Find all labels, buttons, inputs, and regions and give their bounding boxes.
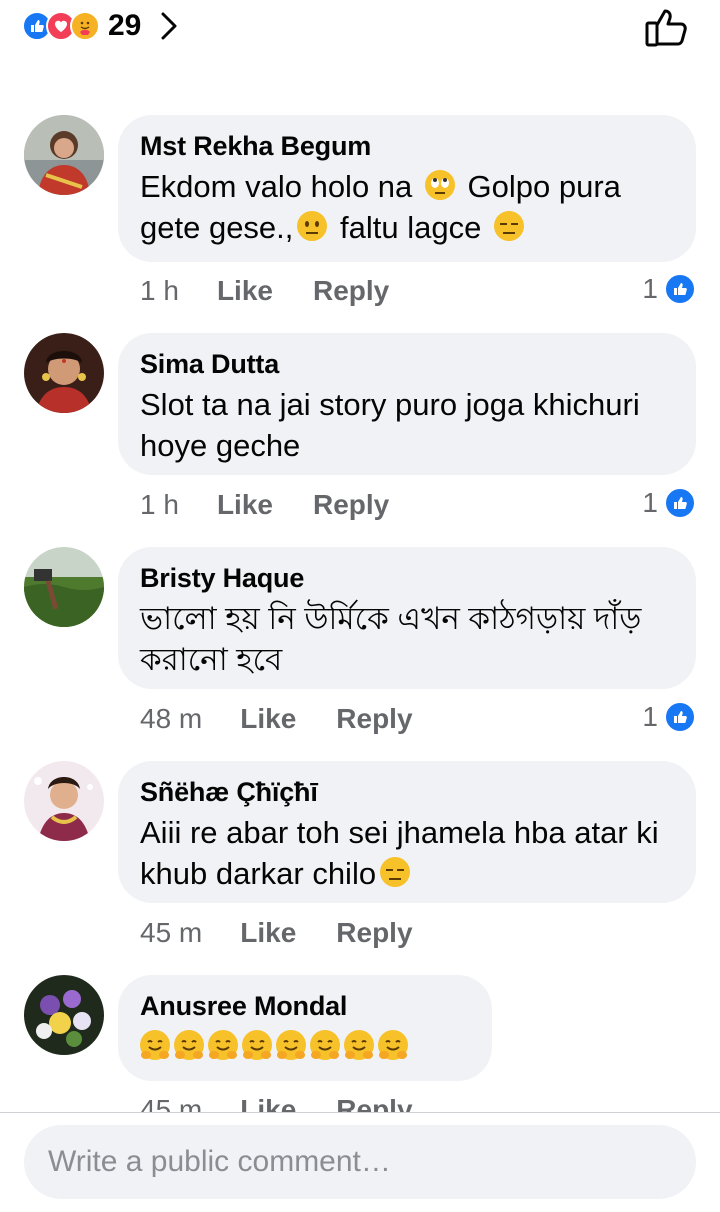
comment-actions-clipped: 45 m Like Reply (0, 1094, 720, 1112)
like-count-value: 1 (642, 273, 658, 304)
comment-time: 1 h (140, 275, 179, 306)
comment-like-count[interactable]: 1 (642, 701, 696, 733)
comment-actions: 48 m Like Reply (140, 703, 413, 735)
comment-time: 45 m (140, 917, 203, 948)
like-badge-icon (664, 487, 696, 519)
hugging-face-emoji-icon (174, 1030, 204, 1060)
comment-composer (0, 1112, 720, 1212)
comment-text (140, 1026, 470, 1067)
comment-author[interactable]: Sima Dutta (140, 347, 674, 381)
like-badge-icon (664, 273, 696, 305)
comment-bubble: Sima Dutta Slot ta na jai story puro jog… (118, 333, 696, 475)
comment-text: Slot ta na jai story puro joga khichuri … (140, 387, 640, 463)
hugging-face-emoji-icon (378, 1030, 408, 1060)
comment-actions: 45 m Like Reply (140, 917, 413, 949)
comment-bubble: Mst Rekha Begum Ekdom valo holo na Golpo… (118, 115, 696, 262)
comment-author[interactable]: Anusree Mondal (140, 989, 470, 1023)
expressionless-emoji-icon (380, 857, 411, 887)
like-button[interactable]: Like (240, 1094, 296, 1112)
comment-bubble: Sñëhæ Çħïçħī Aiii re abar toh sei jhamel… (118, 761, 696, 903)
reply-button[interactable]: Reply (336, 703, 412, 735)
neutral-face-emoji-icon (297, 211, 328, 241)
comment-author[interactable]: Mst Rekha Begum (140, 129, 674, 163)
comment-time: 48 m (140, 703, 203, 734)
reply-button[interactable]: Reply (336, 1094, 412, 1112)
like-button[interactable]: Like (217, 275, 273, 307)
expressionless-emoji-icon (493, 211, 524, 241)
reply-button[interactable]: Reply (313, 489, 389, 521)
hugging-face-emoji-icon (344, 1030, 374, 1060)
comment-actions: 1 h Like Reply (140, 275, 389, 307)
comment-text: Aiii re abar toh sei jhamela hba atar ki… (140, 812, 674, 894)
hugging-face-emoji-icon (310, 1030, 340, 1060)
avatar[interactable] (24, 115, 104, 195)
like-button[interactable]: Like (217, 489, 273, 521)
like-post-icon[interactable] (644, 6, 690, 53)
hugging-face-emoji-icon (242, 1030, 272, 1060)
comment-author[interactable]: Bristy Haque (140, 561, 674, 595)
comment-bubble: Anusree Mondal (118, 975, 492, 1081)
hugging-face-emoji-icon (140, 1030, 170, 1060)
reaction-header: 29 (0, 0, 720, 60)
comment-input[interactable] (24, 1125, 696, 1199)
comment-actions: 45 m Like Reply (140, 1094, 413, 1112)
reaction-count: 29 (108, 9, 142, 42)
reaction-summary[interactable]: 29 (22, 8, 179, 44)
like-badge-icon (664, 701, 696, 733)
comment-text: Ekdom valo holo na Golpo pura gete gese.… (140, 166, 674, 248)
like-button[interactable]: Like (240, 703, 296, 735)
like-count-value: 1 (642, 487, 658, 518)
comment-like-count[interactable]: 1 (642, 273, 696, 305)
comment-actions: 1 h Like Reply (140, 489, 389, 521)
reply-button[interactable]: Reply (336, 917, 412, 949)
hugging-face-emoji-icon (276, 1030, 306, 1060)
comment-text-part: Golpo pura (458, 169, 621, 204)
avatar[interactable] (24, 547, 104, 627)
reply-button[interactable]: Reply (313, 275, 389, 307)
avatar[interactable] (24, 761, 104, 841)
avatar[interactable] (24, 975, 104, 1055)
comment-time: 1 h (140, 489, 179, 520)
care-icon (70, 11, 100, 41)
comment-time: 45 m (140, 1094, 203, 1112)
chevron-right-icon[interactable] (159, 10, 179, 42)
like-count-value: 1 (642, 701, 658, 732)
eye-roll-emoji-icon (424, 170, 455, 200)
comment-text-part: Ekdom valo holo na (140, 169, 421, 204)
hugging-face-emoji-icon (208, 1030, 238, 1060)
avatar[interactable] (24, 333, 104, 413)
comment-text: ভালো হয় নি উর্মিকে এখন কাঠগড়ায় দাঁড় … (140, 601, 642, 677)
comment-bubble: Bristy Haque ভালো হয় নি উর্মিকে এখন কাঠ… (118, 547, 696, 689)
comment-text-part: faltu lagce (331, 210, 490, 245)
like-button[interactable]: Like (240, 917, 296, 949)
comment-author[interactable]: Sñëhæ Çħïçħī (140, 775, 674, 809)
comment-text-part: gete gese., (140, 210, 294, 245)
comment-like-count[interactable]: 1 (642, 487, 696, 519)
